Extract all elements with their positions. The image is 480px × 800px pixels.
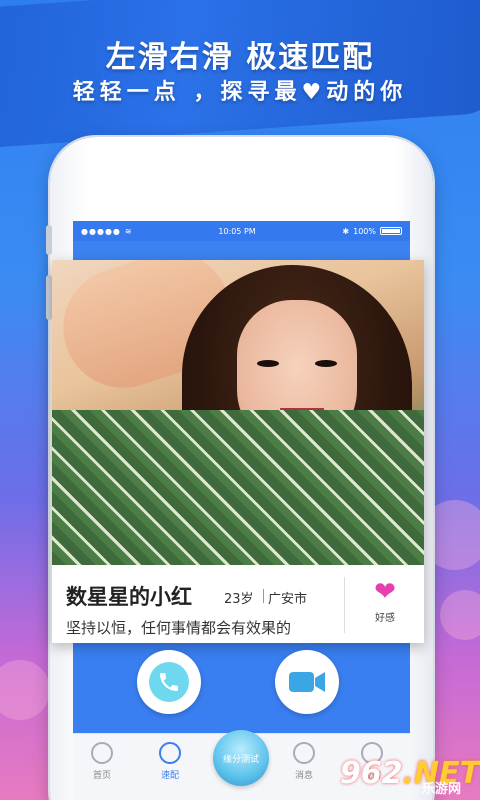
- video-camera-icon: [289, 672, 325, 692]
- tab-label: 首页: [92, 771, 111, 781]
- voice-call-button[interactable]: [137, 650, 201, 714]
- hero-subtitle: 轻轻一点 ，探寻最♥动的你: [0, 74, 480, 106]
- bluetooth-icon: ✱: [342, 226, 350, 236]
- watermark-number: 962: [340, 755, 403, 791]
- app-header: [73, 241, 410, 261]
- phone-icon: [149, 662, 189, 702]
- divider: [263, 589, 264, 603]
- profile-photo: [52, 260, 424, 565]
- profile-city: 广安市: [268, 592, 308, 607]
- battery-icon: [379, 227, 402, 235]
- tab-messages[interactable]: 消息: [279, 742, 329, 781]
- watermark-sub: 乐游网: [422, 782, 462, 797]
- battery-percent: 100%: [353, 226, 376, 236]
- heart-icon: [159, 742, 181, 764]
- home-icon: [91, 742, 113, 764]
- bokeh-decoration: [0, 660, 50, 720]
- profile-info: 数星星的小红 23岁 广安市 坚持以恒，任何事情都会有效果的 ❤ 好感: [52, 565, 424, 643]
- tab-quick-match[interactable]: 速配: [145, 742, 195, 781]
- status-bar: ●●●●● ≋ 10:05 PM ✱ 100%: [73, 221, 410, 241]
- like-button[interactable]: ❤ 好感: [360, 579, 410, 624]
- profile-name: 数星星的小红: [66, 585, 192, 609]
- profile-bio: 坚持以恒，任何事情都会有效果的: [66, 619, 292, 637]
- wifi-icon: ≋: [124, 226, 132, 236]
- video-call-button[interactable]: [275, 650, 339, 714]
- hero-title: 左滑右滑 极速匹配: [105, 40, 375, 75]
- phone-button: [46, 225, 52, 255]
- tab-fate-test[interactable]: 缘分测试: [213, 730, 269, 786]
- hero-subtitle-part2: 动的你: [326, 80, 408, 105]
- profile-card[interactable]: 数星星的小红 23岁 广安市 坚持以恒，任何事情都会有效果的 ❤ 好感: [52, 260, 424, 643]
- heart-icon: ♥: [301, 80, 327, 105]
- hero-subtitle-part1: 轻轻一点 ，探寻最: [72, 80, 302, 105]
- bokeh-decoration: [440, 590, 480, 640]
- heart-icon: ❤: [374, 577, 396, 607]
- signal-icon: ●●●●●: [81, 226, 121, 236]
- like-label: 好感: [375, 613, 395, 624]
- site-watermark: 962.NET 乐游网: [340, 746, 480, 800]
- status-time: 10:05 PM: [218, 226, 256, 236]
- tab-label: 缘分测试: [222, 754, 259, 765]
- profile-age: 23岁: [224, 592, 254, 607]
- divider: [344, 577, 345, 633]
- tab-label: 消息: [294, 771, 313, 781]
- tab-home[interactable]: 首页: [77, 742, 127, 781]
- chat-icon: [293, 742, 315, 764]
- tab-label: 速配: [160, 771, 179, 781]
